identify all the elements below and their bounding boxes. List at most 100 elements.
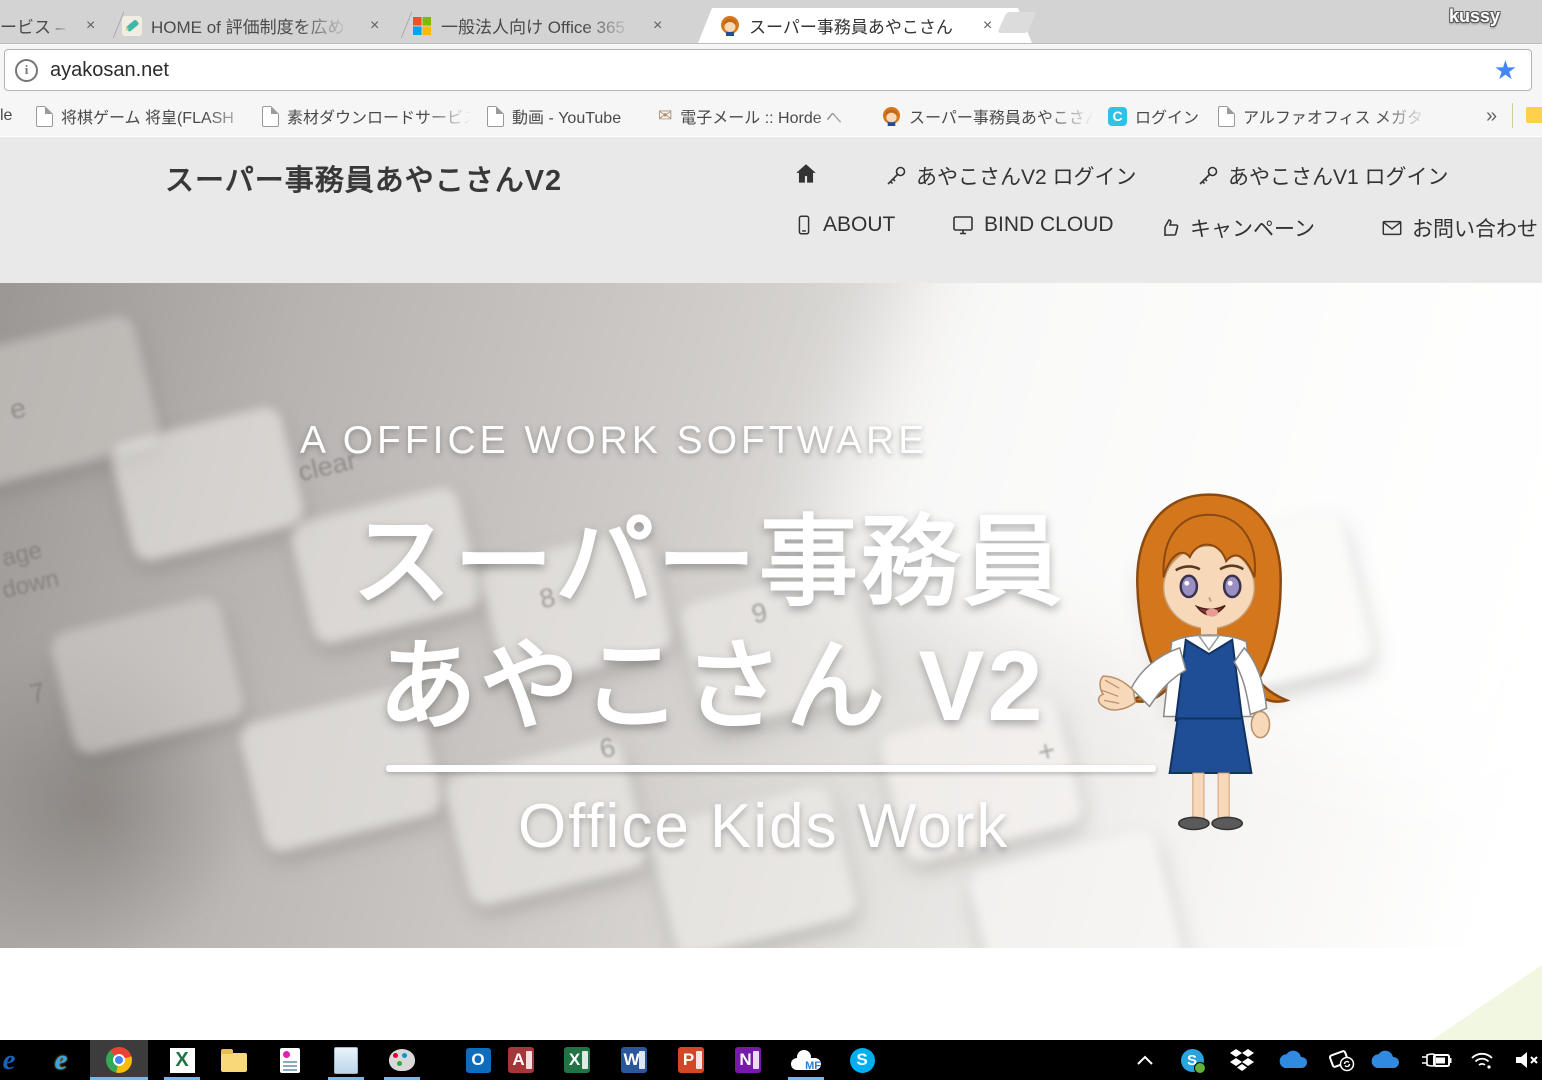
access-icon: A (508, 1047, 534, 1073)
taskbar-onenote-button[interactable]: N (730, 1040, 766, 1080)
bookmark-item[interactable]: C ログイン (1108, 104, 1199, 128)
bookmarks-overflow-chevron[interactable]: » (1486, 104, 1497, 128)
tab-close-icon[interactable]: × (366, 17, 383, 35)
taskbar-outlook-button[interactable]: O (458, 1040, 498, 1080)
bookmark-item[interactable]: スーパー事務員あやこさん (882, 104, 1099, 128)
nav-campaign[interactable]: キャンペーン (1158, 213, 1315, 243)
address-bar[interactable]: i ayakosan.net ★ (4, 49, 1532, 91)
tray-onedrive[interactable] (1272, 1040, 1312, 1080)
nav-about[interactable]: ABOUT (793, 213, 895, 237)
tab-close-icon[interactable]: × (82, 17, 99, 35)
envelope-icon: ✉ (658, 106, 672, 126)
windows-taskbar: e e X O A X W P N MF S (0, 1040, 1542, 1080)
hero-banner: e age down clear 7 8 9 6 + A OFFICE WORK… (0, 283, 1542, 948)
dropbox-icon (1229, 1048, 1255, 1072)
tray-skype[interactable]: S (1172, 1040, 1212, 1080)
battery-plug-icon (1420, 1051, 1452, 1069)
tray-sync-device[interactable] (1322, 1040, 1362, 1080)
taskbar-explorer-button[interactable] (216, 1040, 252, 1080)
page-icon (262, 106, 279, 127)
nav-home[interactable] (793, 161, 819, 187)
taskbar-excel-button[interactable]: X (559, 1040, 595, 1080)
bookmark-item[interactable]: ✉ 電子メール :: Horde へ (658, 104, 865, 128)
ie-icon: e (55, 1044, 68, 1077)
hero-divider (386, 765, 1156, 772)
bookmark-label: 動画 - YouTube (512, 104, 621, 128)
taskbar-chrome-button[interactable] (90, 1040, 148, 1080)
taskbar-mfcloud-button[interactable]: MF (784, 1040, 828, 1080)
nav-label: キャンペーン (1190, 213, 1315, 243)
nav-contact[interactable]: お問い合わせ (1380, 213, 1538, 243)
tab-office365[interactable]: 一般法人向け Office 365 × (412, 8, 692, 43)
nav-label: ABOUT (823, 213, 895, 237)
taskbar-edge-button[interactable]: e (0, 1040, 24, 1080)
taskbar-powerpoint-button[interactable]: P (673, 1040, 709, 1080)
bookmark-label: 電子メール :: Horde へ (680, 104, 865, 128)
hero-kicker: A OFFICE WORK SOFTWARE (300, 419, 928, 463)
tab-ayakosan-active[interactable]: スーパー事務員あやこさん × (698, 8, 1032, 43)
folder-icon (221, 1053, 247, 1072)
chevron-label: » (1486, 105, 1497, 128)
mf-label: MF (805, 1060, 821, 1072)
tray-volume-muted[interactable] (1508, 1040, 1542, 1080)
bookmarks-folder-icon[interactable] (1526, 107, 1542, 123)
bookmarks-separator (1512, 103, 1513, 128)
nav-v2-login[interactable]: あやこさんV2 ログイン (884, 161, 1137, 191)
browser-toolbar: i ayakosan.net ★ (0, 44, 1542, 95)
ayako-favicon-icon (882, 107, 901, 126)
taskbar-access-button[interactable]: A (503, 1040, 539, 1080)
taskbar-skype-button[interactable]: S (842, 1040, 882, 1080)
edge-icon: e (3, 1044, 16, 1077)
bookmark-item[interactable]: アルファオフィス メガタイプ (1218, 104, 1433, 128)
bookmark-item[interactable]: le (0, 104, 12, 128)
phone-icon (793, 213, 815, 237)
bookmark-item[interactable]: 動画 - YouTube (487, 104, 621, 128)
nav-label: あやこさんV1 ログイン (1228, 161, 1449, 191)
tray-dropbox[interactable] (1222, 1040, 1262, 1080)
access-letter: A (512, 1050, 524, 1070)
cloud-icon (1369, 1050, 1399, 1070)
tab-home-hyouka[interactable]: HOME of 評価制度を広め × (122, 8, 404, 43)
tab-title: スーパー事務員あやこさん (749, 13, 953, 38)
taskbar-document-button[interactable] (272, 1040, 308, 1080)
mf-cloud-icon: MF (791, 1050, 821, 1070)
skype-icon: S (850, 1048, 875, 1073)
bookmark-label: 将棋ゲーム 将皇(FLASH (61, 104, 261, 128)
page-info-icon[interactable]: i (15, 59, 38, 82)
word-letter: W (623, 1050, 639, 1070)
tray-wifi[interactable] (1462, 1040, 1502, 1080)
tray-onedrive-2[interactable] (1364, 1040, 1404, 1080)
tab-close-icon[interactable]: × (979, 17, 996, 35)
bookmark-star-icon[interactable]: ★ (1494, 57, 1517, 83)
bookmark-label: 素材ダウンロードサービス (287, 104, 477, 128)
nav-v1-login[interactable]: あやこさんV1 ログイン (1196, 161, 1449, 191)
bookmarks-bar: le 将棋ゲーム 将皇(FLASH 素材ダウンロードサービス 動画 - YouT… (0, 95, 1542, 136)
word-icon: W (621, 1047, 647, 1073)
taskbar-word-button[interactable]: W (616, 1040, 652, 1080)
bookmark-label: ログイン (1135, 104, 1199, 128)
taskbar-ie-button[interactable]: e (44, 1040, 78, 1080)
bookmark-item[interactable]: 将棋ゲーム 将皇(FLASH (36, 104, 261, 128)
nav-bind-cloud[interactable]: BIND CLOUD (950, 213, 1114, 237)
tray-show-hidden-icons[interactable] (1128, 1040, 1162, 1080)
notepad-icon (334, 1047, 358, 1074)
taskbar-notepad-button[interactable] (324, 1040, 368, 1080)
x-app-icon: X (170, 1048, 195, 1073)
bookmark-item[interactable]: 素材ダウンロードサービス (262, 104, 477, 128)
pencil-favicon-icon (122, 16, 142, 36)
bookmark-label: スーパー事務員あやこさん (909, 104, 1099, 128)
tab-service[interactable]: ービス – B × (0, 8, 112, 43)
site-title[interactable]: スーパー事務員あやこさんV2 (165, 157, 562, 199)
bookmark-label: le (0, 107, 12, 125)
profile-name[interactable]: kussy (1449, 6, 1500, 27)
tab-close-icon[interactable]: × (649, 17, 666, 35)
envelope-icon (1380, 217, 1404, 239)
taskbar-paint-button[interactable] (380, 1040, 424, 1080)
nav-label: お問い合わせ (1412, 213, 1538, 243)
hero-subtitle: Office Kids Work (518, 791, 1009, 862)
taskbar-xapp-button[interactable]: X (160, 1040, 204, 1080)
tray-power[interactable] (1414, 1040, 1458, 1080)
url-text[interactable]: ayakosan.net (50, 59, 169, 82)
tab-title: 一般法人向け Office 365 (441, 13, 639, 38)
page-icon (487, 106, 504, 127)
